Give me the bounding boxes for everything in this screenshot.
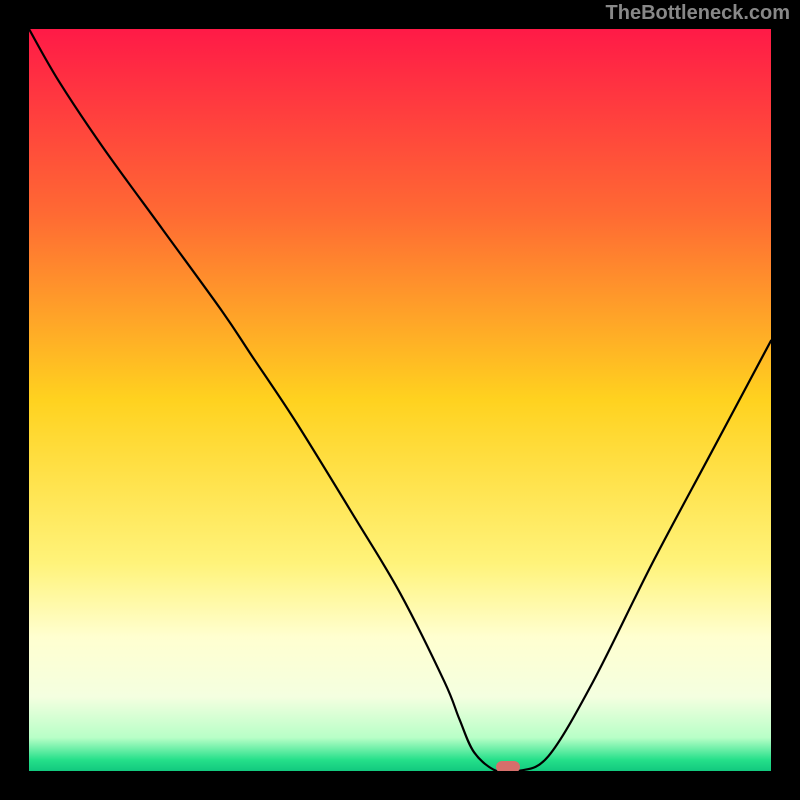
chart-frame: TheBottleneck.com bbox=[0, 0, 800, 800]
plot-area bbox=[29, 29, 771, 771]
chart-svg bbox=[29, 29, 771, 771]
gradient-background bbox=[29, 29, 771, 771]
optimal-point-marker bbox=[496, 761, 520, 771]
watermark-text: TheBottleneck.com bbox=[606, 2, 790, 25]
